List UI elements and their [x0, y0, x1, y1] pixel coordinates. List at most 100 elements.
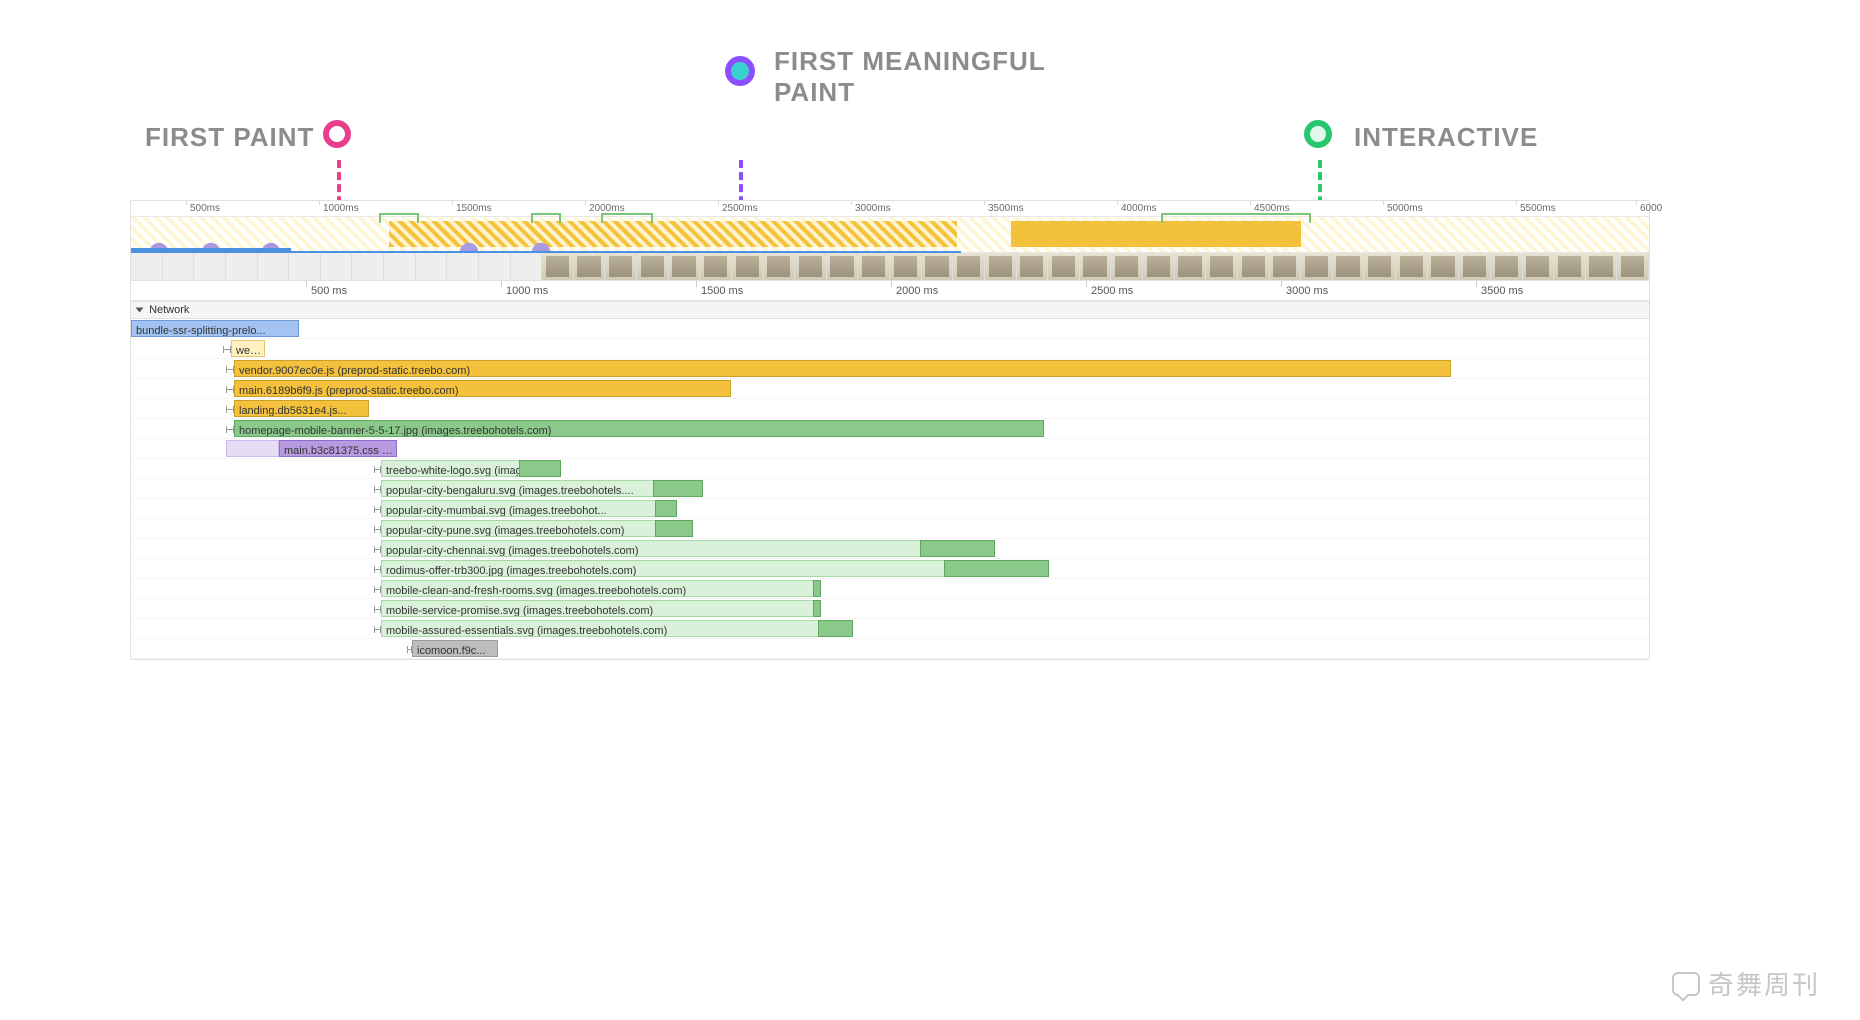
filmstrip-frame[interactable] — [479, 253, 511, 280]
network-row[interactable]: mobile-assured-essentials.svg (images.tr… — [131, 619, 1649, 639]
network-row[interactable]: icomoon.f9c... — [131, 639, 1649, 659]
request-bar[interactable]: main.b3c81375.css (pr... — [279, 440, 397, 457]
filmstrip-frame[interactable] — [1270, 253, 1302, 280]
overview-tick: 2000ms — [585, 201, 586, 205]
request-bar[interactable]: mobile-assured-essentials.svg (images.tr… — [381, 620, 853, 637]
main-tick: 2500 ms — [1086, 281, 1087, 287]
request-whisker — [226, 389, 234, 390]
overview-ruler[interactable]: 500ms1000ms1500ms2000ms2500ms3000ms3500m… — [131, 201, 1649, 217]
filmstrip-frame[interactable] — [1111, 253, 1143, 280]
overview-tick-label: 500ms — [190, 203, 220, 214]
filmstrip-frame[interactable] — [764, 253, 796, 280]
network-row[interactable]: popular-city-chennai.svg (images.treeboh… — [131, 539, 1649, 559]
filmstrip-frame[interactable] — [1617, 253, 1649, 280]
request-bar[interactable]: mobile-service-promise.svg (images.treeb… — [381, 600, 821, 617]
filmstrip-frame[interactable] — [827, 253, 859, 280]
filmstrip-frame[interactable] — [194, 253, 226, 280]
filmstrip[interactable] — [131, 253, 1649, 281]
main-tick: 3000 ms — [1281, 281, 1282, 287]
network-row[interactable]: treebo-white-logo.svg (imag... — [131, 459, 1649, 479]
network-row[interactable]: popular-city-pune.svg (images.treebohote… — [131, 519, 1649, 539]
request-bar[interactable]: main.6189b6f9.js (preprod-static.treebo.… — [234, 380, 731, 397]
network-row[interactable]: landing.db5631e4.js... — [131, 399, 1649, 419]
main-tick-label: 500 ms — [311, 285, 347, 297]
filmstrip-frame[interactable] — [1396, 253, 1428, 280]
main-tick-label: 3500 ms — [1481, 285, 1523, 297]
filmstrip-frame[interactable] — [922, 253, 954, 280]
filmstrip-frame[interactable] — [1554, 253, 1586, 280]
filmstrip-frame[interactable] — [1364, 253, 1396, 280]
request-whisker — [374, 489, 381, 490]
network-row[interactable]: main.b3c81375.css (pr... — [131, 439, 1649, 459]
network-row[interactable]: vendor.9007ec0e.js (preprod-static.treeb… — [131, 359, 1649, 379]
filmstrip-frame[interactable] — [258, 253, 290, 280]
filmstrip-frame[interactable] — [858, 253, 890, 280]
filmstrip-frame[interactable] — [352, 253, 384, 280]
filmstrip-frame[interactable] — [542, 253, 574, 280]
filmstrip-frame[interactable] — [1143, 253, 1175, 280]
filmstrip-frame[interactable] — [605, 253, 637, 280]
filmstrip-frame[interactable] — [669, 253, 701, 280]
request-whisker — [374, 469, 381, 470]
filmstrip-frame[interactable] — [1523, 253, 1555, 280]
filmstrip-frame[interactable] — [985, 253, 1017, 280]
network-row[interactable]: popular-city-mumbai.svg (images.treeboho… — [131, 499, 1649, 519]
filmstrip-frame[interactable] — [1206, 253, 1238, 280]
filmstrip-frame[interactable] — [1080, 253, 1112, 280]
request-bar[interactable]: web... — [231, 340, 265, 357]
network-row[interactable]: main.6189b6f9.js (preprod-static.treebo.… — [131, 379, 1649, 399]
filmstrip-frame[interactable] — [1301, 253, 1333, 280]
filmstrip-frame[interactable] — [447, 253, 479, 280]
main-tick: 1000 ms — [501, 281, 502, 287]
filmstrip-frame[interactable] — [1238, 253, 1270, 280]
request-bar[interactable]: popular-city-mumbai.svg (images.treeboho… — [381, 500, 677, 517]
request-bar[interactable]: vendor.9007ec0e.js (preprod-static.treeb… — [234, 360, 1451, 377]
filmstrip-frame[interactable] — [953, 253, 985, 280]
request-bar[interactable]: mobile-clean-and-fresh-rooms.svg (images… — [381, 580, 821, 597]
overview-tick-label: 5000ms — [1387, 203, 1423, 214]
filmstrip-frame[interactable] — [1491, 253, 1523, 280]
filmstrip-frame[interactable] — [1048, 253, 1080, 280]
main-tick: 1500 ms — [696, 281, 697, 287]
request-bar[interactable]: popular-city-pune.svg (images.treebohote… — [381, 520, 693, 537]
filmstrip-frame[interactable] — [637, 253, 669, 280]
filmstrip-frame[interactable] — [321, 253, 353, 280]
network-row[interactable]: mobile-clean-and-fresh-rooms.svg (images… — [131, 579, 1649, 599]
filmstrip-frame[interactable] — [1428, 253, 1460, 280]
filmstrip-frame[interactable] — [1175, 253, 1207, 280]
filmstrip-frame[interactable] — [795, 253, 827, 280]
disclosure-triangle-icon[interactable] — [136, 308, 144, 313]
filmstrip-frame[interactable] — [1459, 253, 1491, 280]
network-row[interactable]: bundle-ssr-splitting-prelo... — [131, 319, 1649, 339]
devtools-panel: 500ms1000ms1500ms2000ms2500ms3000ms3500m… — [130, 200, 1650, 660]
request-bar[interactable]: bundle-ssr-splitting-prelo... — [131, 320, 299, 337]
filmstrip-frame[interactable] — [163, 253, 195, 280]
filmstrip-frame[interactable] — [289, 253, 321, 280]
filmstrip-frame[interactable] — [226, 253, 258, 280]
filmstrip-frame[interactable] — [384, 253, 416, 280]
request-bar[interactable]: landing.db5631e4.js... — [234, 400, 369, 417]
network-row[interactable]: web... — [131, 339, 1649, 359]
network-row[interactable]: homepage-mobile-banner-5-5-17.jpg (image… — [131, 419, 1649, 439]
filmstrip-frame[interactable] — [890, 253, 922, 280]
filmstrip-frame[interactable] — [1586, 253, 1618, 280]
filmstrip-frame[interactable] — [1017, 253, 1049, 280]
request-bar[interactable]: popular-city-chennai.svg (images.treeboh… — [381, 540, 995, 557]
filmstrip-frame[interactable] — [574, 253, 606, 280]
request-bar[interactable]: icomoon.f9c... — [412, 640, 498, 657]
filmstrip-frame[interactable] — [511, 253, 543, 280]
network-row[interactable]: popular-city-bengaluru.svg (images.treeb… — [131, 479, 1649, 499]
overview-strip[interactable] — [131, 217, 1649, 253]
request-bar[interactable]: homepage-mobile-banner-5-5-17.jpg (image… — [234, 420, 1044, 437]
network-row[interactable]: rodimus-offer-trb300.jpg (images.treeboh… — [131, 559, 1649, 579]
network-row[interactable]: mobile-service-promise.svg (images.treeb… — [131, 599, 1649, 619]
filmstrip-frame[interactable] — [1333, 253, 1365, 280]
request-whisker — [374, 569, 381, 570]
filmstrip-frame[interactable] — [416, 253, 448, 280]
network-waterfall[interactable]: bundle-ssr-splitting-prelo... web... vendo… — [131, 319, 1649, 659]
network-section-header[interactable]: Network — [131, 301, 1649, 319]
filmstrip-frame[interactable] — [131, 253, 163, 280]
filmstrip-frame[interactable] — [700, 253, 732, 280]
main-ruler[interactable]: 500 ms1000 ms1500 ms2000 ms2500 ms3000 m… — [131, 281, 1649, 301]
filmstrip-frame[interactable] — [732, 253, 764, 280]
